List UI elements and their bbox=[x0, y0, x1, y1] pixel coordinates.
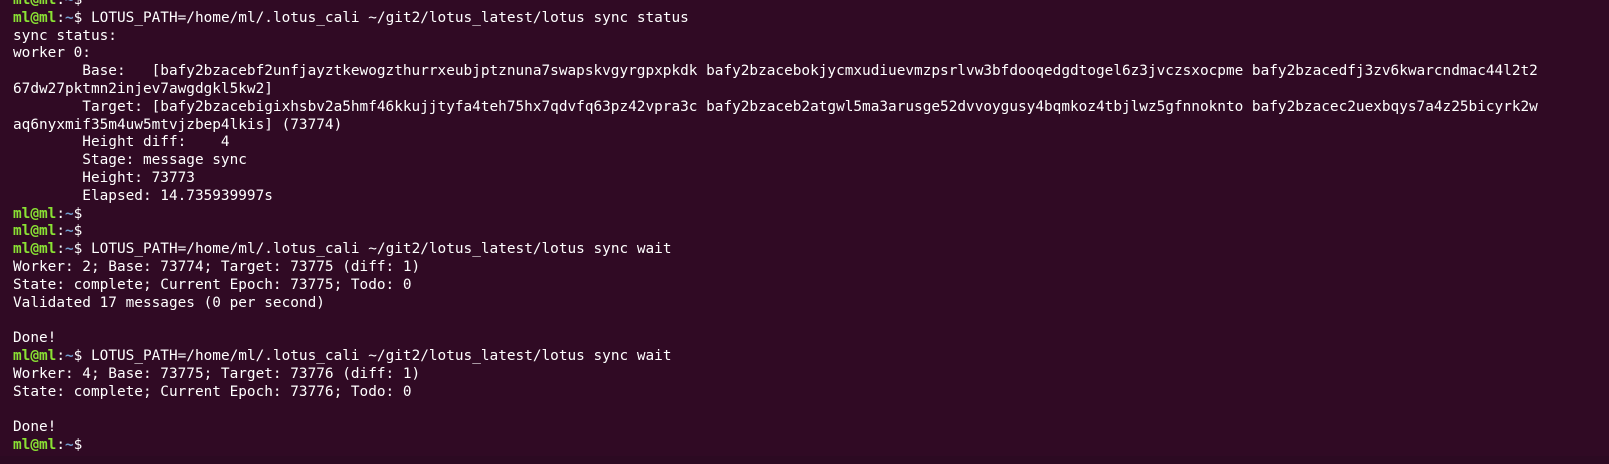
prompt-colon: : bbox=[56, 347, 65, 364]
prompt-line: ml@ml:~$ bbox=[13, 437, 1609, 455]
command-text: LOTUS_PATH=/home/ml/.lotus_cali ~/git2/l… bbox=[91, 9, 689, 26]
output-text: State: complete; Current Epoch: 73776; T… bbox=[13, 383, 412, 400]
output-text: Stage: message sync bbox=[13, 152, 247, 169]
prompt-path: ~ bbox=[65, 436, 74, 453]
prompt-colon: : bbox=[56, 9, 65, 26]
prompt-symbol: $ bbox=[73, 205, 91, 222]
output-text: Base: [bafy2bzacebf2unfjayztkewogzthurrx… bbox=[13, 63, 1538, 80]
prompt-line: ml@ml:~$ LOTUS_PATH=/home/ml/.lotus_cali… bbox=[13, 348, 1609, 366]
prompt-colon: : bbox=[56, 436, 65, 453]
output-text: Elapsed: 14.735939997s bbox=[13, 187, 273, 204]
prompt-colon: : bbox=[56, 241, 65, 258]
output-line: Base: [bafy2bzacebf2unfjayztkewogzthurrx… bbox=[13, 63, 1609, 81]
prompt-user-host: ml@ml bbox=[13, 9, 57, 26]
output-line: Height diff: 4 bbox=[13, 134, 1609, 152]
prompt-path: ~ bbox=[65, 241, 74, 258]
output-text: Height diff: 4 bbox=[13, 134, 230, 151]
output-text: worker 0: bbox=[13, 45, 91, 62]
prompt-user-host: ml@ml bbox=[13, 436, 57, 453]
prompt-colon: : bbox=[56, 223, 65, 240]
prompt-user-host: ml@ml bbox=[13, 347, 57, 364]
output-text: Done! bbox=[13, 330, 57, 347]
output-line: Elapsed: 14.735939997s bbox=[13, 188, 1609, 206]
prompt-symbol: $ bbox=[73, 241, 91, 258]
output-line: worker 0: bbox=[13, 45, 1609, 63]
prompt-path: ~ bbox=[65, 205, 74, 222]
prompt-user-host: ml@ml bbox=[13, 205, 57, 222]
prompt-line: ml@ml:~$ LOTUS_PATH=/home/ml/.lotus_cali… bbox=[13, 241, 1609, 259]
output-line: State: complete; Current Epoch: 73776; T… bbox=[13, 384, 1609, 402]
prompt-path: ~ bbox=[65, 223, 74, 240]
command-text: LOTUS_PATH=/home/ml/.lotus_cali ~/git2/l… bbox=[91, 347, 672, 364]
output-line: State: complete; Current Epoch: 73775; T… bbox=[13, 277, 1609, 295]
output-line: Worker: 4; Base: 73775; Target: 73776 (d… bbox=[13, 366, 1609, 384]
prompt-path: ~ bbox=[65, 9, 74, 26]
output-line: aq6nyxmif35m4uw5mtvjzbep4lkis] (73774) bbox=[13, 117, 1609, 135]
prompt-line: ml@ml:~$ bbox=[13, 0, 1609, 10]
prompt-symbol: $ bbox=[73, 347, 91, 364]
output-line: sync status: bbox=[13, 28, 1609, 46]
prompt-symbol: $ bbox=[73, 9, 91, 26]
prompt-line: ml@ml:~$ LOTUS_PATH=/home/ml/.lotus_cali… bbox=[13, 10, 1609, 28]
output-text: Target: [bafy2bzacebigixhsbv2a5hmf46kkuj… bbox=[13, 98, 1538, 115]
output-text: aq6nyxmif35m4uw5mtvjzbep4lkis] (73774) bbox=[13, 116, 343, 133]
prompt-colon: : bbox=[56, 0, 65, 8]
output-line: Done! bbox=[13, 419, 1609, 437]
prompt-user-host: ml@ml bbox=[13, 223, 57, 240]
prompt-user-host: ml@ml bbox=[13, 241, 57, 258]
prompt-line: ml@ml:~$ bbox=[13, 206, 1609, 224]
output-text: Worker: 2; Base: 73774; Target: 73775 (d… bbox=[13, 258, 421, 275]
output-text: sync status: bbox=[13, 27, 117, 44]
prompt-symbol: $ bbox=[73, 436, 91, 453]
output-text: Validated 17 messages (0 per second) bbox=[13, 294, 325, 311]
prompt-colon: : bbox=[56, 205, 65, 222]
prompt-symbol: $ bbox=[73, 223, 91, 240]
output-line: Stage: message sync bbox=[13, 152, 1609, 170]
output-text: Height: 73773 bbox=[13, 169, 195, 186]
output-line: Worker: 2; Base: 73774; Target: 73775 (d… bbox=[13, 259, 1609, 277]
output-line: Target: [bafy2bzacebigixhsbv2a5hmf46kkuj… bbox=[13, 99, 1609, 117]
output-line: Validated 17 messages (0 per second) bbox=[13, 295, 1609, 313]
prompt-line: ml@ml:~$ bbox=[13, 223, 1609, 241]
prompt-user-host: ml@ml bbox=[13, 0, 57, 8]
prompt-path: ~ bbox=[65, 0, 74, 8]
output-line: 67dw27pktmn2injev7awgdgkl5kw2] bbox=[13, 81, 1609, 99]
prompt-symbol: $ bbox=[73, 0, 91, 8]
command-text: LOTUS_PATH=/home/ml/.lotus_cali ~/git2/l… bbox=[91, 241, 672, 258]
output-text: State: complete; Current Epoch: 73775; T… bbox=[13, 276, 412, 293]
output-text: Done! bbox=[13, 419, 57, 436]
output-line: Done! bbox=[13, 330, 1609, 348]
output-line: Height: 73773 bbox=[13, 170, 1609, 188]
terminal-window[interactable]: ml@ml:~$ ml@ml:~$ LOTUS_PATH=/home/ml/.l… bbox=[0, 0, 1609, 456]
prompt-path: ~ bbox=[65, 347, 74, 364]
output-text: 67dw27pktmn2injev7awgdgkl5kw2] bbox=[13, 80, 273, 97]
output-text: Worker: 4; Base: 73775; Target: 73776 (d… bbox=[13, 365, 421, 382]
